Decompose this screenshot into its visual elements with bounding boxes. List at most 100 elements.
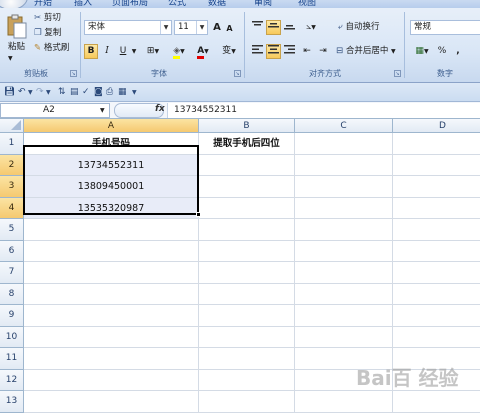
- paste-dropdown-icon[interactable]: ▼: [8, 52, 13, 66]
- decrease-indent-icon[interactable]: ⇤: [300, 44, 314, 59]
- cell-c8[interactable]: [295, 283, 393, 305]
- cell-b4[interactable]: [199, 197, 295, 219]
- cell-b3[interactable]: [199, 176, 295, 198]
- cell-c9[interactable]: [295, 305, 393, 327]
- save-icon[interactable]: 💾︎: [4, 87, 15, 98]
- cell-b1[interactable]: 提取手机后四位: [199, 133, 295, 155]
- cell-d6[interactable]: [393, 241, 480, 262]
- phonetic-button[interactable]: 变▼: [218, 44, 240, 59]
- tab-view[interactable]: 视图: [298, 0, 316, 8]
- tab-insert[interactable]: 插入: [74, 0, 92, 8]
- cell-a11[interactable]: [24, 348, 199, 370]
- cell-c7[interactable]: [295, 262, 393, 284]
- tab-formulas[interactable]: 公式: [168, 0, 186, 8]
- cell-a5[interactable]: [24, 219, 199, 241]
- bold-button[interactable]: B: [84, 44, 98, 59]
- row-header-13[interactable]: 13: [0, 391, 24, 413]
- font-launcher-icon[interactable]: ↘: [234, 70, 241, 77]
- cell-d4[interactable]: [393, 198, 480, 219]
- cell-b5[interactable]: [199, 219, 295, 241]
- cell-d8[interactable]: [393, 284, 480, 305]
- align-right-icon[interactable]: [282, 44, 297, 59]
- percent-button[interactable]: %: [436, 44, 448, 59]
- customize-qat-icon[interactable]: ▼: [132, 87, 137, 98]
- tab-home[interactable]: 开始: [34, 0, 52, 8]
- comma-button[interactable]: ,: [452, 44, 464, 59]
- print-preview-icon[interactable]: ▤: [70, 87, 79, 98]
- cell-b13[interactable]: [199, 391, 295, 413]
- cell-a8[interactable]: [24, 283, 199, 305]
- column-header-b[interactable]: B: [199, 119, 295, 133]
- alignment-launcher-icon[interactable]: ↘: [394, 70, 401, 77]
- cell-c4[interactable]: [295, 197, 393, 219]
- cell-d10[interactable]: [393, 327, 480, 348]
- cell-d2[interactable]: [393, 155, 480, 176]
- font-color-button[interactable]: A▼: [192, 44, 214, 59]
- sort-icon[interactable]: ⇅: [58, 87, 66, 98]
- row-header-7[interactable]: 7: [0, 262, 24, 284]
- row-header-2[interactable]: 2: [0, 154, 24, 176]
- merge-center-button[interactable]: ⊟ 合并后居中 ▼: [336, 44, 396, 58]
- cell-b2[interactable]: [199, 154, 295, 176]
- cell-c1[interactable]: [295, 133, 393, 155]
- increase-indent-icon[interactable]: ⇥: [316, 44, 330, 59]
- redo-icon[interactable]: ↷: [36, 87, 44, 98]
- redo-dropdown-icon[interactable]: ▼: [46, 87, 51, 98]
- underline-button[interactable]: U: [116, 44, 130, 59]
- cell-d5[interactable]: [393, 219, 480, 241]
- cell-b10[interactable]: [199, 326, 295, 348]
- cell-a1[interactable]: 手机号码: [24, 133, 199, 155]
- cell-d3[interactable]: [393, 176, 480, 198]
- row-header-8[interactable]: 8: [0, 283, 24, 305]
- borders-button[interactable]: ⊞▼: [144, 44, 162, 59]
- row-header-11[interactable]: 11: [0, 348, 24, 370]
- row-header-4[interactable]: 4: [0, 197, 24, 219]
- italic-button[interactable]: I: [100, 44, 114, 59]
- formula-input[interactable]: 13734552311: [167, 103, 480, 118]
- cell-d9[interactable]: [393, 305, 480, 327]
- name-box-dropdown-icon[interactable]: ▼: [100, 107, 105, 114]
- camera-icon[interactable]: ◙: [94, 87, 103, 98]
- cell-a12[interactable]: [24, 369, 199, 391]
- cell-d1[interactable]: [393, 133, 480, 155]
- cell-b8[interactable]: [199, 283, 295, 305]
- paste-icon[interactable]: [6, 14, 28, 40]
- copy-button[interactable]: ❐ 复制: [34, 26, 61, 40]
- column-header-a[interactable]: A: [24, 119, 199, 133]
- shrink-font-button[interactable]: A: [224, 21, 235, 36]
- select-all-corner[interactable]: [0, 119, 24, 133]
- insert-function-icon[interactable]: fx: [155, 104, 165, 114]
- print-icon[interactable]: ⎙: [106, 87, 113, 98]
- cell-a7[interactable]: [24, 262, 199, 284]
- cell-b12[interactable]: [199, 369, 295, 391]
- row-header-6[interactable]: 6: [0, 240, 24, 262]
- table-icon[interactable]: ▦: [118, 87, 127, 98]
- cell-c3[interactable]: [295, 176, 393, 198]
- row-header-12[interactable]: 12: [0, 369, 24, 391]
- cell-b9[interactable]: [199, 305, 295, 327]
- cell-d7[interactable]: [393, 262, 480, 284]
- align-middle-icon[interactable]: [266, 20, 281, 35]
- cell-b11[interactable]: [199, 348, 295, 370]
- underline-dropdown-icon[interactable]: ▼: [130, 44, 138, 59]
- cell-a3[interactable]: 13809450001: [24, 176, 199, 198]
- tab-review[interactable]: 审阅: [254, 0, 272, 8]
- currency-button[interactable]: ▦▼: [410, 44, 434, 59]
- orientation-button[interactable]: ⦣▼: [300, 20, 322, 35]
- row-header-1[interactable]: 1: [0, 133, 24, 155]
- font-size-select[interactable]: 11 ▼: [174, 20, 208, 35]
- cell-a9[interactable]: [24, 305, 199, 327]
- spelling-icon[interactable]: ✓: [82, 87, 90, 98]
- undo-icon[interactable]: ↶: [18, 87, 26, 98]
- cell-a4[interactable]: 13535320987: [24, 197, 199, 219]
- cut-button[interactable]: ✂ 剪切: [34, 11, 61, 25]
- row-header-3[interactable]: 3: [0, 176, 24, 198]
- name-box[interactable]: A2: [0, 103, 110, 118]
- cell-a10[interactable]: [24, 326, 199, 348]
- fill-handle[interactable]: [196, 212, 201, 217]
- wrap-text-button[interactable]: ⤶ 自动换行: [338, 20, 379, 34]
- number-format-select[interactable]: 常规: [410, 20, 480, 35]
- align-left-icon[interactable]: [250, 44, 265, 59]
- align-top-icon[interactable]: [250, 20, 265, 35]
- undo-dropdown-icon[interactable]: ▼: [28, 87, 33, 98]
